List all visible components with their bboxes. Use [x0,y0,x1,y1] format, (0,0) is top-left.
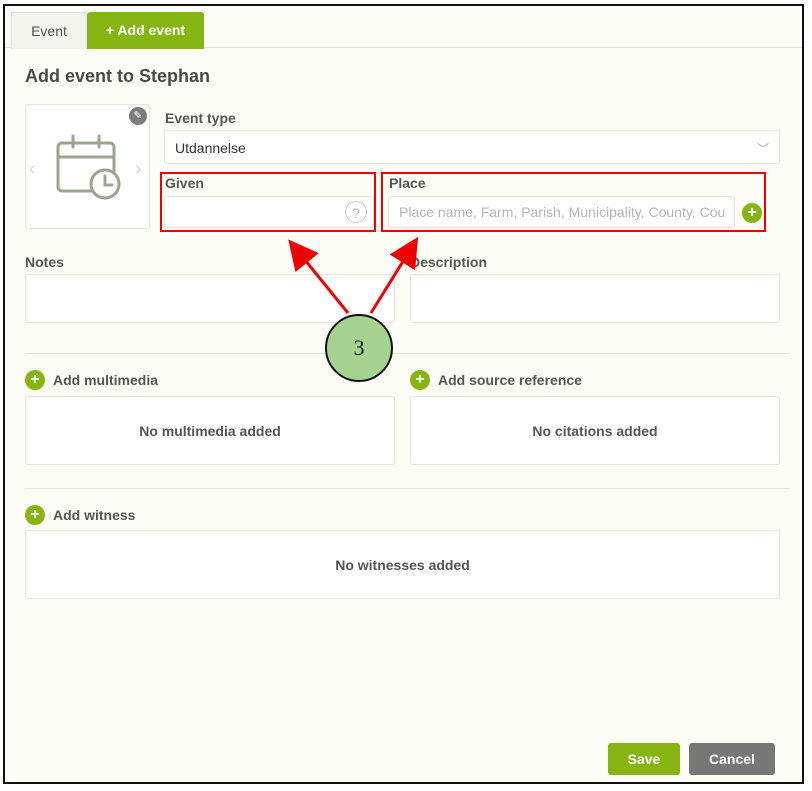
tab-bar: Event + Add event [5,6,802,49]
event-type-select[interactable]: Utdannelse ﹀ [164,130,780,164]
place-highlight-box [381,172,766,232]
add-multimedia-button[interactable]: + [25,370,45,390]
description-label: Description [410,254,488,270]
save-button[interactable]: Save [608,743,680,775]
add-source-label[interactable]: Add source reference [438,372,582,388]
event-type-label: Event type [165,110,236,126]
add-witness-button[interactable]: + [25,505,45,525]
calendar-clock-icon [56,134,121,200]
description-field[interactable] [410,274,780,323]
multimedia-list: No multimedia added [25,396,395,465]
chevron-right-icon[interactable]: › [135,158,142,181]
step-callout: 3 [325,314,393,382]
witness-empty-text: No witnesses added [335,557,470,573]
add-multimedia-label[interactable]: Add multimedia [53,372,158,388]
tab-event[interactable]: Event [11,12,87,49]
citations-list: No citations added [410,396,780,465]
divider [25,353,790,354]
add-source-button[interactable]: + [410,370,430,390]
divider [25,488,790,489]
cancel-button[interactable]: Cancel [689,743,775,775]
citations-empty-text: No citations added [532,423,658,439]
event-dialog: Event + Add event Add event to Stephan ✎… [3,4,804,784]
tab-add-event[interactable]: + Add event [87,12,204,49]
event-type-value: Utdannelse [175,140,246,156]
pencil-icon[interactable]: ✎ [129,107,147,125]
chevron-down-icon: ﹀ [756,142,769,156]
notes-label: Notes [25,254,64,270]
multimedia-empty-text: No multimedia added [139,423,281,439]
page-title: Add event to Stephan [25,66,211,86]
witness-list: No witnesses added [25,530,780,599]
add-witness-label[interactable]: Add witness [53,507,135,523]
chevron-left-icon[interactable]: ‹ [29,158,36,181]
notes-field[interactable] [25,274,395,323]
given-highlight-box [160,172,376,232]
